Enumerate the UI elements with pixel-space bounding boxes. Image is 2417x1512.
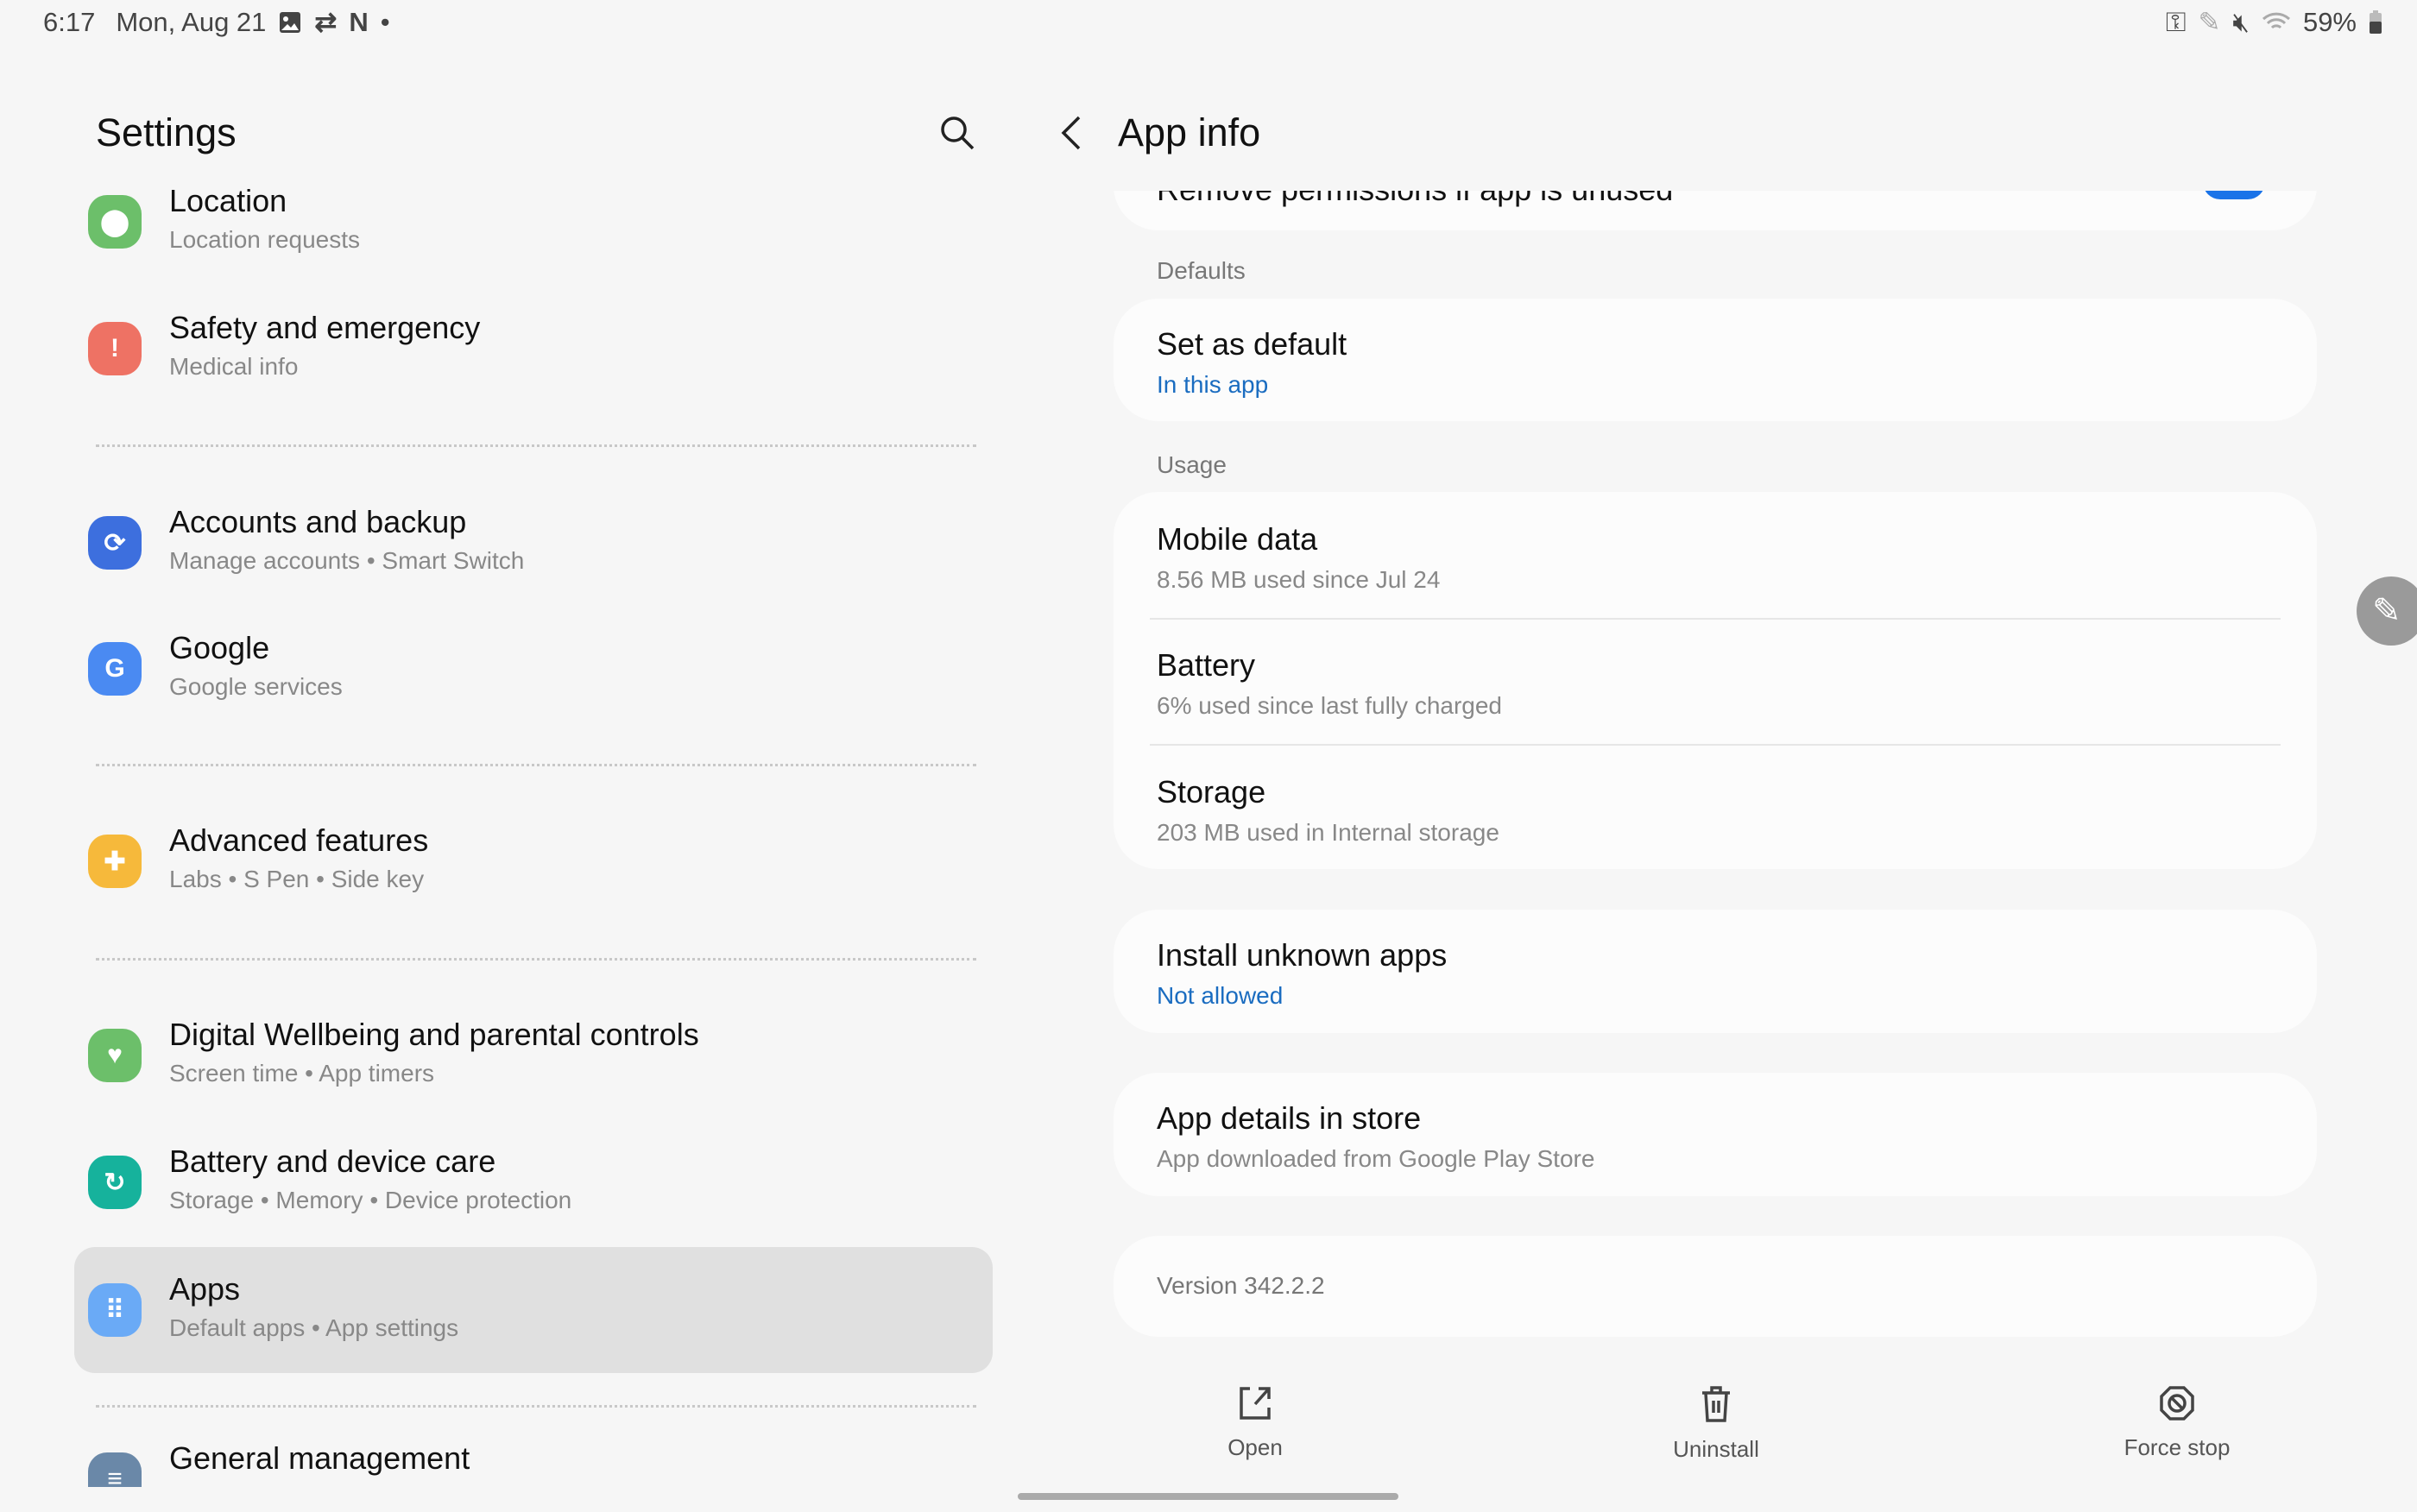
settings-item-subtitle: Medical info: [169, 353, 299, 380]
version-text: Version 342.2.2: [1157, 1272, 1325, 1299]
wellbeing-icon: ♥: [88, 1029, 142, 1082]
settings-item-subtitle: Google services: [169, 673, 343, 700]
divider: [96, 444, 976, 447]
gallery-icon: [280, 12, 301, 33]
mobile-data-row[interactable]: Mobile data 8.56 MB used since Jul 24: [1157, 521, 1440, 594]
settings-item-title: Battery and device care: [169, 1143, 496, 1179]
settings-title: Settings: [96, 110, 237, 154]
status-date: Mon, Aug 21: [116, 7, 267, 37]
defaults-label: Defaults: [1157, 257, 1246, 284]
pen-icon: ✎: [2198, 7, 2221, 37]
google-icon: G: [88, 642, 142, 696]
sync-icon: ⇄: [314, 7, 338, 37]
status-time: 6:17: [43, 7, 96, 37]
back-icon[interactable]: [1058, 114, 1084, 152]
settings-item-subtitle: Screen time • App timers: [169, 1060, 435, 1087]
device-care-icon: ↻: [88, 1156, 142, 1209]
trash-icon: [1702, 1386, 1730, 1422]
settings-item-title: Apps: [169, 1271, 241, 1307]
battery-row[interactable]: Battery 6% used since last fully charged: [1157, 647, 1502, 720]
set-default-title: Set as default: [1157, 326, 1347, 362]
edit-floating-button[interactable]: ✎: [2357, 576, 2417, 646]
netflix-icon: N: [349, 7, 369, 37]
settings-item-title: Location: [169, 183, 287, 218]
open-label: Open: [1227, 1434, 1283, 1460]
row-separator: [1150, 744, 2281, 746]
version-card: Version 342.2.2: [1114, 1236, 2317, 1337]
dot-icon: •: [380, 7, 390, 37]
battery-subtitle: 6% used since last fully charged: [1157, 692, 1502, 719]
settings-item-title: Digital Wellbeing and parental controls: [169, 1017, 699, 1052]
divider: [96, 958, 976, 961]
settings-item-google[interactable]: G Google Google services: [74, 606, 993, 732]
remove-permissions-label: Remove permissions if app is unused: [1157, 191, 1673, 208]
settings-item-title: Advanced features: [169, 822, 429, 858]
storage-subtitle: 203 MB used in Internal storage: [1157, 819, 1499, 846]
force-stop-button[interactable]: Force stop: [2048, 1385, 2307, 1461]
open-icon: [1240, 1387, 1271, 1420]
app-info-title: App info: [1118, 110, 1261, 154]
mobile-data-subtitle: 8.56 MB used since Jul 24: [1157, 566, 1441, 593]
settings-item-title: Accounts and backup: [169, 504, 467, 539]
apps-icon: ⠿: [88, 1283, 142, 1337]
battery-percent: 59%: [2302, 7, 2357, 37]
general-icon: ≡: [88, 1452, 142, 1487]
divider: [96, 764, 976, 766]
app-details-subtitle: App downloaded from Google Play Store: [1157, 1145, 1595, 1172]
storage-title: Storage: [1157, 774, 1266, 810]
settings-item-subtitle: Manage accounts • Smart Switch: [169, 547, 525, 574]
app-details-card[interactable]: App details in store App downloaded from …: [1114, 1073, 2317, 1196]
battery-icon: [2370, 10, 2382, 34]
home-indicator[interactable]: [1018, 1493, 1398, 1500]
status-bar-right: ⚿ ✎ 🔇︎ 59%: [2166, 5, 2382, 40]
mute-icon: 🔇︎: [2232, 6, 2250, 37]
install-unknown-title: Install unknown apps: [1157, 937, 1448, 973]
settings-item-title: Safety and emergency: [169, 310, 481, 345]
uninstall-button[interactable]: Uninstall: [1587, 1385, 1846, 1463]
pencil-icon: ✎: [2372, 592, 2401, 630]
usage-label: Usage: [1157, 451, 1227, 478]
settings-item-accounts-and-backup[interactable]: ⟳ Accounts and backup Manage accounts • Sm…: [74, 480, 993, 606]
settings-item-subtitle: Labs • S Pen • Side key: [169, 866, 425, 892]
settings-item-subtitle: Storage • Memory • Device protection: [169, 1187, 572, 1213]
gear-plus-icon: ✚: [88, 835, 142, 888]
set-default-subtitle: In this app: [1157, 371, 1269, 398]
settings-item-safety-and-emergency[interactable]: ! Safety and emergency Medical info: [74, 286, 993, 412]
storage-row[interactable]: Storage 203 MB used in Internal storage: [1157, 774, 1499, 847]
divider: [96, 1405, 976, 1408]
status-bar-left: 6:17 Mon, Aug 21 ⇄ N •: [43, 5, 390, 40]
battery-title: Battery: [1157, 647, 1256, 683]
app-details-title: App details in store: [1157, 1100, 1422, 1136]
settings-item-subtitle: Location requests: [169, 226, 361, 253]
uninstall-label: Uninstall: [1673, 1436, 1759, 1462]
settings-item-title: General management: [169, 1440, 470, 1476]
settings-item-title: Google: [169, 630, 270, 665]
search-icon[interactable]: [939, 115, 975, 151]
set-default-card[interactable]: Set as default In this app: [1114, 299, 2317, 421]
mobile-data-title: Mobile data: [1157, 521, 1318, 557]
siren-icon: !: [88, 322, 142, 375]
settings-item-advanced-features[interactable]: ✚ Advanced features Labs • S Pen • Side ke…: [74, 798, 993, 924]
settings-item-digital-wellbeing-and-parental-controls[interactable]: ♥ Digital Wellbeing and parental controls…: [74, 992, 993, 1118]
open-button[interactable]: Open: [1126, 1385, 1385, 1461]
force-stop-label: Force stop: [2124, 1434, 2231, 1460]
settings-item-location[interactable]: ⬤ Location Location requests: [74, 159, 993, 285]
settings-item-subtitle: Default apps • App settings: [169, 1314, 459, 1341]
install-unknown-card[interactable]: Install unknown apps Not allowed: [1114, 910, 2317, 1033]
wifi-icon: [2262, 12, 2290, 29]
usage-card: Mobile data 8.56 MB used since Jul 24 Bat…: [1114, 492, 2317, 869]
row-separator: [1150, 618, 2281, 620]
clipped-card: Remove permissions if app is unused: [1114, 191, 2317, 230]
settings-item-battery-and-device-care[interactable]: ↻ Battery and device care Storage • Memory…: [74, 1119, 993, 1245]
sync-icon: ⟳: [88, 516, 142, 570]
settings-item-apps[interactable]: ⠿ Apps Default apps • App settings: [74, 1247, 993, 1373]
settings-item-general-management[interactable]: ≡ General management: [74, 1416, 993, 1487]
install-unknown-subtitle: Not allowed: [1157, 982, 1284, 1009]
force-stop-icon: [2160, 1386, 2194, 1421]
vpn-key-icon: ⚿: [2165, 6, 2187, 37]
location-icon: ⬤: [88, 195, 142, 249]
